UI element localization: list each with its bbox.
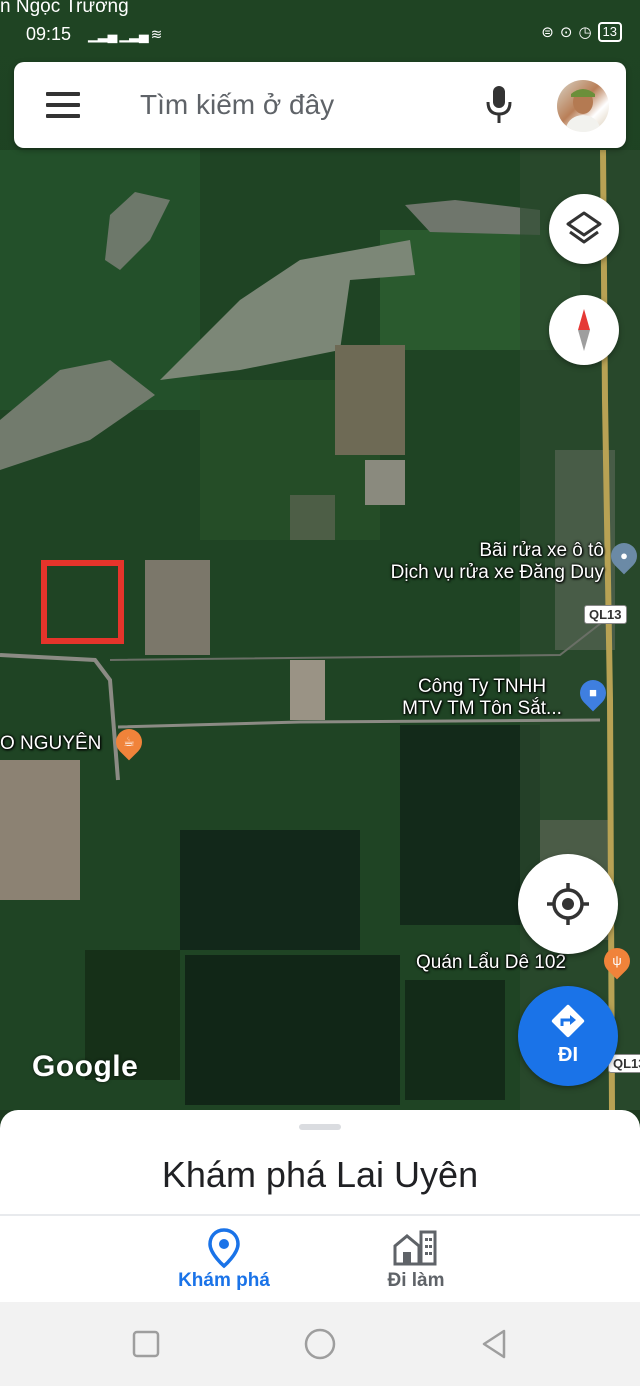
status-title: n Ngọc Trương <box>0 0 129 17</box>
tab-label: Khám phá <box>178 1270 270 1291</box>
car-wash-pin-icon[interactable]: ● <box>605 537 640 575</box>
back-icon[interactable] <box>476 1326 512 1362</box>
directions-button[interactable]: ĐI <box>518 986 618 1086</box>
profile-photo <box>565 89 601 132</box>
tab-label: Đi làm <box>387 1270 445 1291</box>
system-navigation-bar <box>0 1302 640 1386</box>
road-shield-ql13: QL13 <box>584 605 627 624</box>
place-label-car-wash[interactable]: Bãi rửa xe ô tô Dịch vụ rửa xe Đăng Duy <box>388 540 604 584</box>
place-subtitle: Dịch vụ rửa xe Đăng Duy <box>390 562 604 583</box>
search-input[interactable] <box>140 86 460 124</box>
status-time: 09:15 <box>26 24 72 44</box>
buildings-icon <box>393 1230 437 1266</box>
location-pin-icon <box>208 1228 240 1269</box>
home-icon[interactable] <box>302 1326 338 1362</box>
place-label-cafe[interactable]: O NGUYÊN <box>0 733 101 755</box>
location-icon: ⊙ <box>559 24 573 41</box>
bottom-sheet[interactable]: Khám phá Lai Uyên <box>0 1110 640 1214</box>
my-location-icon <box>547 883 589 925</box>
alarm-icon: ◷ <box>578 24 592 41</box>
place-name: Bãi rửa xe ô tô <box>479 540 604 561</box>
bottom-nav: Khám phá Đi làm <box>0 1214 640 1302</box>
recent-apps-icon[interactable] <box>128 1326 164 1362</box>
place-name: Công Ty TNHH <box>417 676 547 697</box>
status-icons: ⊜ ⊙ ◷ 13 <box>541 22 622 42</box>
microphone-icon[interactable] <box>484 84 514 126</box>
tab-commute[interactable]: Đi làm <box>336 1216 496 1304</box>
place-subtitle: MTV TM Tôn Sắt... <box>402 698 562 719</box>
avatar[interactable] <box>557 80 609 132</box>
search-bar[interactable] <box>14 62 626 148</box>
directions-label: ĐI <box>558 1044 578 1066</box>
battery-icon: 13 <box>597 22 622 42</box>
shopping-bag-pin-icon[interactable]: ■ <box>574 674 612 712</box>
lock-icon: ⊜ <box>541 24 554 41</box>
sheet-title: Khám phá Lai Uyên <box>161 1154 479 1195</box>
compass-button[interactable] <box>549 295 619 365</box>
google-logo: Google <box>32 1050 139 1083</box>
status-bar: n Ngọc Trương 09:15 ▁▂▄ ▁▂▄ ≋ ⊜ ⊙ ◷ 13 <box>0 0 640 48</box>
menu-icon[interactable] <box>46 92 80 118</box>
tab-explore[interactable]: Khám phá <box>144 1216 304 1304</box>
place-label-restaurant[interactable]: Quán Lẩu Dê 102 <box>416 952 566 974</box>
compass-icon <box>578 309 590 351</box>
cafe-pin-icon[interactable]: ☕ <box>110 723 148 761</box>
layers-icon <box>566 211 602 244</box>
place-label-company[interactable]: Công Ty TNHH MTV TM Tôn Sắt... <box>382 676 582 720</box>
my-location-button[interactable] <box>518 854 618 954</box>
layers-button[interactable] <box>549 194 619 264</box>
signal-strength-icon: ▁▂▄ ▁▂▄ ≋ <box>88 26 162 42</box>
sheet-drag-handle[interactable] <box>299 1124 341 1130</box>
